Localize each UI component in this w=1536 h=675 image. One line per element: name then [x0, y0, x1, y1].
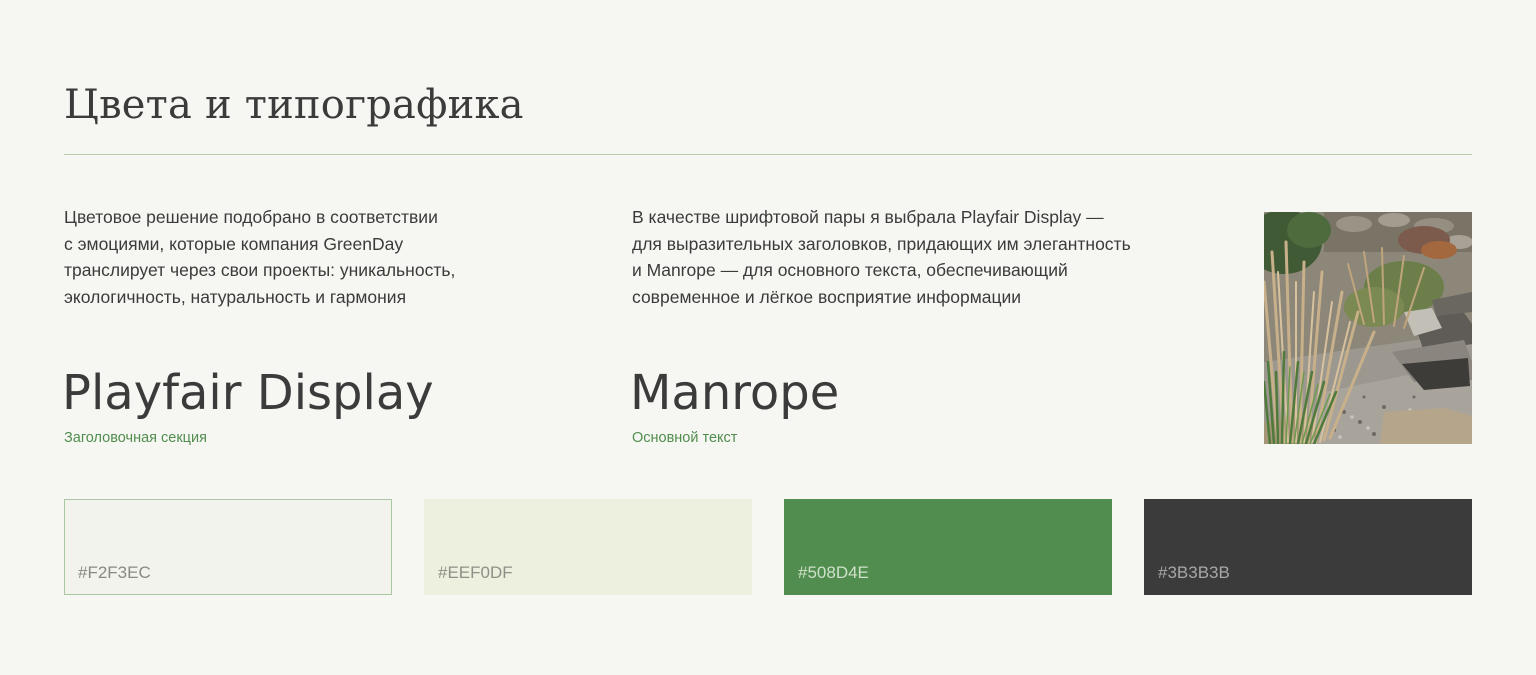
- section-divider: [64, 154, 1472, 155]
- colors-typography-section: Цвета и типографика Цветовое решение под…: [0, 0, 1536, 675]
- color-swatch-hex: #EEF0DF: [438, 563, 513, 582]
- color-swatch: #508D4E: [784, 499, 1112, 595]
- fonts-description-line: В качестве шрифтовой пары я выбрала Play…: [632, 207, 1104, 227]
- colors-description-line: Цветовое решение подобрано в соответстви…: [64, 207, 438, 227]
- color-swatch-hex: #3B3B3B: [1158, 563, 1230, 582]
- color-swatch-hex: #508D4E: [798, 563, 869, 582]
- colors-description-line: экологичность, натуральность и гармония: [64, 286, 407, 307]
- fonts-description-line: для выразительных заголовков, придающих …: [632, 233, 1131, 254]
- color-swatch-hex: #F2F3EC: [78, 563, 151, 582]
- body-font-caption: Основной текст: [632, 430, 738, 446]
- fonts-description-line: и Manrope — для основного текста, обеспе…: [632, 260, 1068, 280]
- fonts-description-line: современное и лёгкое восприятие информац…: [632, 286, 1022, 307]
- colors-description-line: транслирует через свои проекты: уникальн…: [64, 260, 456, 280]
- color-swatch: #F2F3EC: [64, 499, 392, 595]
- color-swatch: #3B3B3B: [1144, 499, 1472, 595]
- heading-font-sample: Playfair Display: [62, 365, 434, 421]
- body-font-sample: Manrope: [630, 365, 840, 421]
- color-swatch: #EEF0DF: [424, 499, 752, 595]
- colors-description-line: с эмоциями, которые компания GreenDay: [64, 233, 404, 254]
- colors-description: Цветовое решение подобрано в соответстви…: [64, 204, 544, 310]
- heading-font-caption: Заголовочная секция: [64, 430, 207, 446]
- garden-photo-icon: [1264, 212, 1472, 444]
- section-title: Цвета и типографика: [64, 82, 524, 128]
- fonts-description: В качестве шрифтовой пары я выбрала Play…: [632, 204, 1192, 310]
